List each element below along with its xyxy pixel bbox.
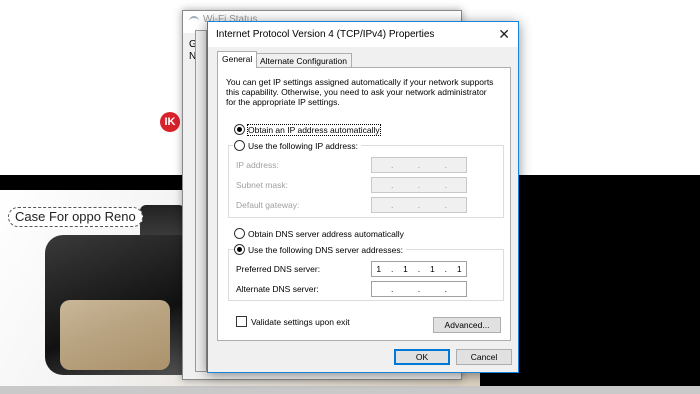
ipv4-properties-dialog: Internet Protocol Version 4 (TCP/IPv4) P… <box>207 21 519 373</box>
default-gateway-label: Default gateway: <box>236 200 300 210</box>
radio-label: Obtain DNS server address automatically <box>248 228 404 239</box>
intro-text: You can get IP settings assigned automat… <box>226 77 494 107</box>
case-label: Case For oppo Reno <box>8 207 143 227</box>
brand-logo: IK <box>160 112 180 132</box>
ip-address-label: IP address: <box>236 160 279 170</box>
ip-address-input: . . . <box>371 157 467 173</box>
preferred-dns-input[interactable]: 1. 1. 1. 1 <box>371 261 467 277</box>
general-tab-panel: You can get IP settings assigned automat… <box>217 67 511 341</box>
cancel-button[interactable]: Cancel <box>456 349 512 365</box>
dialog-titlebar[interactable]: Internet Protocol Version 4 (TCP/IPv4) P… <box>208 22 518 47</box>
radio-use-following-dns[interactable]: Use the following DNS server addresses: <box>234 244 406 255</box>
wifi-icon <box>189 16 199 26</box>
radio-obtain-ip-auto[interactable]: Obtain an IP address automatically <box>234 123 381 136</box>
phone-case-image <box>60 300 170 370</box>
alternate-dns-label: Alternate DNS server: <box>236 284 319 294</box>
subnet-mask-input: . . . <box>371 177 467 193</box>
checkbox-label: Validate settings upon exit <box>251 316 350 327</box>
radio-indicator[interactable] <box>234 244 245 255</box>
tab-alternate-configuration[interactable]: Alternate Configuration <box>255 53 352 68</box>
validate-settings-checkbox[interactable]: Validate settings upon exit <box>236 316 350 327</box>
alternate-dns-input[interactable]: . . . <box>371 281 467 297</box>
radio-indicator[interactable] <box>234 140 245 151</box>
radio-obtain-dns-auto[interactable]: Obtain DNS server address automatically <box>234 228 404 239</box>
radio-indicator[interactable] <box>234 124 245 135</box>
advanced-button[interactable]: Advanced... <box>433 317 501 333</box>
close-icon[interactable]: ✕ <box>498 26 510 43</box>
radio-indicator[interactable] <box>234 228 245 239</box>
radio-label: Use the following IP address: <box>248 140 358 151</box>
subnet-mask-label: Subnet mask: <box>236 180 288 190</box>
wifi-properties-window <box>195 30 207 372</box>
ok-button[interactable]: OK <box>394 349 450 365</box>
bottom-strip <box>0 386 700 394</box>
tab-general[interactable]: General <box>217 51 258 68</box>
checkbox-indicator[interactable] <box>236 316 247 327</box>
radio-label: Use the following DNS server addresses: <box>248 244 403 255</box>
default-gateway-input: . . . <box>371 197 467 213</box>
radio-label: Obtain an IP address automatically <box>247 123 381 136</box>
radio-use-following-ip[interactable]: Use the following IP address: <box>234 140 361 151</box>
preferred-dns-label: Preferred DNS server: <box>236 264 321 274</box>
dialog-title: Internet Protocol Version 4 (TCP/IPv4) P… <box>216 29 435 40</box>
